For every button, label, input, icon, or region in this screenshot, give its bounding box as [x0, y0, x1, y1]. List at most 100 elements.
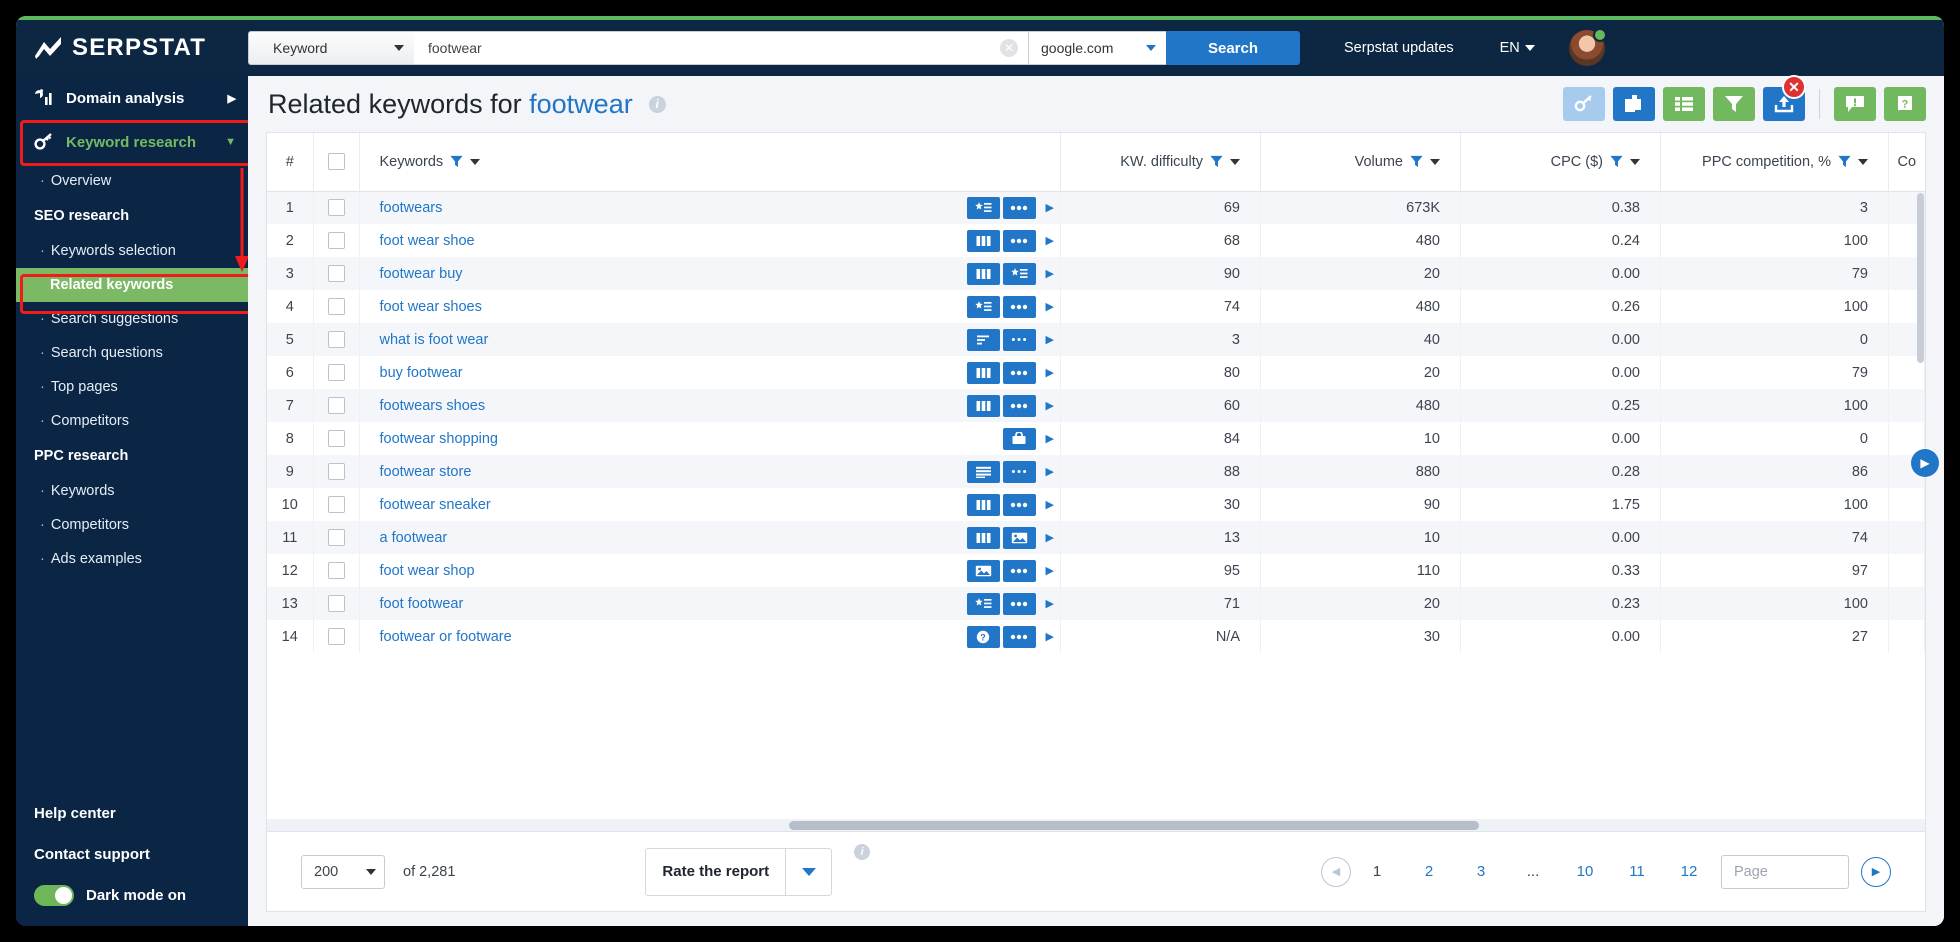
- select-all-checkbox[interactable]: [327, 153, 345, 171]
- row-keyword-link[interactable]: a footwear: [380, 530, 448, 546]
- row-action-lines-button[interactable]: [966, 328, 1000, 351]
- row-checkbox[interactable]: [327, 397, 345, 414]
- page-11[interactable]: 11: [1611, 863, 1663, 880]
- row-select-cell[interactable]: [313, 455, 360, 488]
- page-3[interactable]: 3: [1455, 863, 1507, 880]
- next-page-button[interactable]: ▶: [1861, 856, 1891, 887]
- row-select-cell[interactable]: [313, 422, 360, 455]
- copy-report-button[interactable]: [1613, 87, 1655, 121]
- row-keyword-cell[interactable]: foot wear shop ▶: [359, 554, 1061, 587]
- expand-row-icon[interactable]: ▶: [1046, 234, 1054, 247]
- scrollbar-thumb[interactable]: [789, 821, 1479, 830]
- row-keyword-cell[interactable]: footwears ▶: [359, 191, 1061, 224]
- col-select-all[interactable]: [313, 133, 360, 192]
- row-select-cell[interactable]: [313, 224, 360, 257]
- row-keyword-cell[interactable]: footwear sneaker ▶: [359, 488, 1061, 521]
- expand-row-icon[interactable]: ▶: [1046, 564, 1054, 577]
- row-checkbox[interactable]: [327, 331, 345, 348]
- serpstat-updates-link[interactable]: Serpstat updates: [1344, 40, 1454, 56]
- row-keyword-cell[interactable]: foot wear shoes ▶: [359, 290, 1061, 323]
- expand-row-icon[interactable]: ▶: [1046, 366, 1054, 379]
- table-row[interactable]: 8 footwear shopping ▶ 84 10 0.00 0: [267, 422, 1925, 455]
- row-keyword-cell[interactable]: footwear shopping ▶: [359, 422, 1061, 455]
- row-keyword-link[interactable]: footwear sneaker: [380, 497, 491, 513]
- expand-row-icon[interactable]: ▶: [1046, 498, 1054, 511]
- chevron-down-icon[interactable]: [1430, 158, 1440, 165]
- serpstat-logo[interactable]: SERPSTAT: [34, 34, 248, 62]
- row-action-cart-button[interactable]: [1002, 427, 1036, 450]
- filter-icon[interactable]: [450, 155, 463, 168]
- chevron-down-icon[interactable]: [1858, 158, 1868, 165]
- row-keyword-link[interactable]: footwear shopping: [380, 431, 499, 447]
- expand-row-icon[interactable]: ▶: [1046, 300, 1054, 313]
- row-select-cell[interactable]: [313, 488, 360, 521]
- row-action-more-button[interactable]: [1002, 493, 1036, 516]
- filter-icon[interactable]: [1610, 155, 1623, 168]
- sidebar-item-overview[interactable]: · Overview: [16, 164, 248, 198]
- search-input[interactable]: footwear ✕: [414, 31, 1028, 65]
- sidebar-item-keyword-research[interactable]: Keyword research ▼: [16, 120, 248, 164]
- row-action-more-button[interactable]: [1002, 625, 1036, 648]
- row-action-star-list-button[interactable]: [966, 592, 1000, 615]
- row-keyword-link[interactable]: foot wear shoe: [380, 233, 475, 249]
- language-select[interactable]: EN: [1500, 40, 1535, 56]
- col-volume[interactable]: Volume: [1260, 133, 1461, 192]
- page-input[interactable]: Page: [1721, 854, 1849, 889]
- page-2[interactable]: 2: [1403, 863, 1455, 880]
- page-10[interactable]: 10: [1559, 863, 1611, 880]
- row-keyword-link[interactable]: footwear store: [380, 464, 472, 480]
- rate-report-widget[interactable]: Rate the report: [645, 847, 833, 896]
- info-icon[interactable]: i: [648, 95, 666, 113]
- row-action-image-button[interactable]: [966, 559, 1000, 582]
- filter-button[interactable]: [1713, 87, 1755, 121]
- row-select-cell[interactable]: [313, 554, 360, 587]
- page-12[interactable]: 12: [1663, 863, 1715, 880]
- row-select-cell[interactable]: [313, 290, 360, 323]
- row-keyword-cell[interactable]: footwear store ▶: [359, 455, 1061, 488]
- expand-row-icon[interactable]: ▶: [1046, 465, 1054, 478]
- page-1[interactable]: 1: [1351, 863, 1403, 880]
- table-row[interactable]: 11 a footwear ▶ 13 10 0.00 74: [267, 521, 1925, 554]
- row-checkbox[interactable]: [327, 463, 345, 480]
- rate-info-icon[interactable]: i: [854, 844, 871, 860]
- row-action-more-button[interactable]: [1002, 361, 1036, 384]
- row-checkbox[interactable]: [327, 364, 345, 381]
- keyword-tool-button[interactable]: [1563, 87, 1605, 121]
- row-keyword-link[interactable]: footwear buy: [380, 266, 463, 282]
- col-cpc[interactable]: CPC ($): [1460, 133, 1661, 192]
- sidebar-item-top-pages[interactable]: · Top pages: [16, 370, 248, 404]
- table-row[interactable]: 6 buy footwear ▶ 80 20 0.00 79: [267, 356, 1925, 389]
- row-select-cell[interactable]: [313, 323, 360, 356]
- search-button[interactable]: Search: [1166, 31, 1300, 65]
- sidebar-item-ads-examples[interactable]: · Ads examples: [16, 542, 248, 576]
- row-action-columns-button[interactable]: [966, 361, 1000, 384]
- side-panel-toggle[interactable]: ▶: [1911, 449, 1939, 477]
- row-checkbox[interactable]: [327, 199, 345, 217]
- row-action-more-button[interactable]: [1002, 229, 1036, 252]
- row-select-cell[interactable]: [313, 389, 360, 422]
- row-select-cell[interactable]: [313, 191, 360, 224]
- expand-row-icon[interactable]: ▶: [1046, 399, 1054, 412]
- rows-per-page-select[interactable]: 200: [301, 854, 385, 889]
- row-select-cell[interactable]: [313, 620, 360, 653]
- filter-icon[interactable]: [1410, 155, 1423, 168]
- table-row[interactable]: 9 footwear store ▶ 88 880 0.28 86: [267, 455, 1925, 488]
- row-keyword-link[interactable]: footwears shoes: [380, 398, 486, 414]
- row-keyword-link[interactable]: buy footwear: [380, 365, 463, 381]
- row-checkbox[interactable]: [327, 430, 345, 447]
- row-action-columns-button[interactable]: [966, 229, 1000, 252]
- row-select-cell[interactable]: [313, 356, 360, 389]
- help-button[interactable]: ?: [1884, 87, 1926, 121]
- row-keyword-cell[interactable]: foot wear shoe ▶: [359, 224, 1061, 257]
- row-action-more-sm-button[interactable]: [1002, 328, 1036, 351]
- row-checkbox[interactable]: [327, 529, 345, 546]
- row-keyword-cell[interactable]: footwear or footware? ▶: [359, 620, 1061, 653]
- row-keyword-cell[interactable]: foot footwear ▶: [359, 587, 1061, 620]
- row-action-more-button[interactable]: [1002, 559, 1036, 582]
- expand-row-icon[interactable]: ▶: [1046, 597, 1054, 610]
- clear-icon[interactable]: ✕: [1000, 39, 1018, 57]
- row-checkbox[interactable]: [327, 595, 345, 612]
- filter-icon[interactable]: [1838, 155, 1851, 168]
- feedback-button[interactable]: [1834, 87, 1876, 121]
- table-row[interactable]: 4 foot wear shoes ▶ 74 480 0.26 100: [267, 290, 1925, 323]
